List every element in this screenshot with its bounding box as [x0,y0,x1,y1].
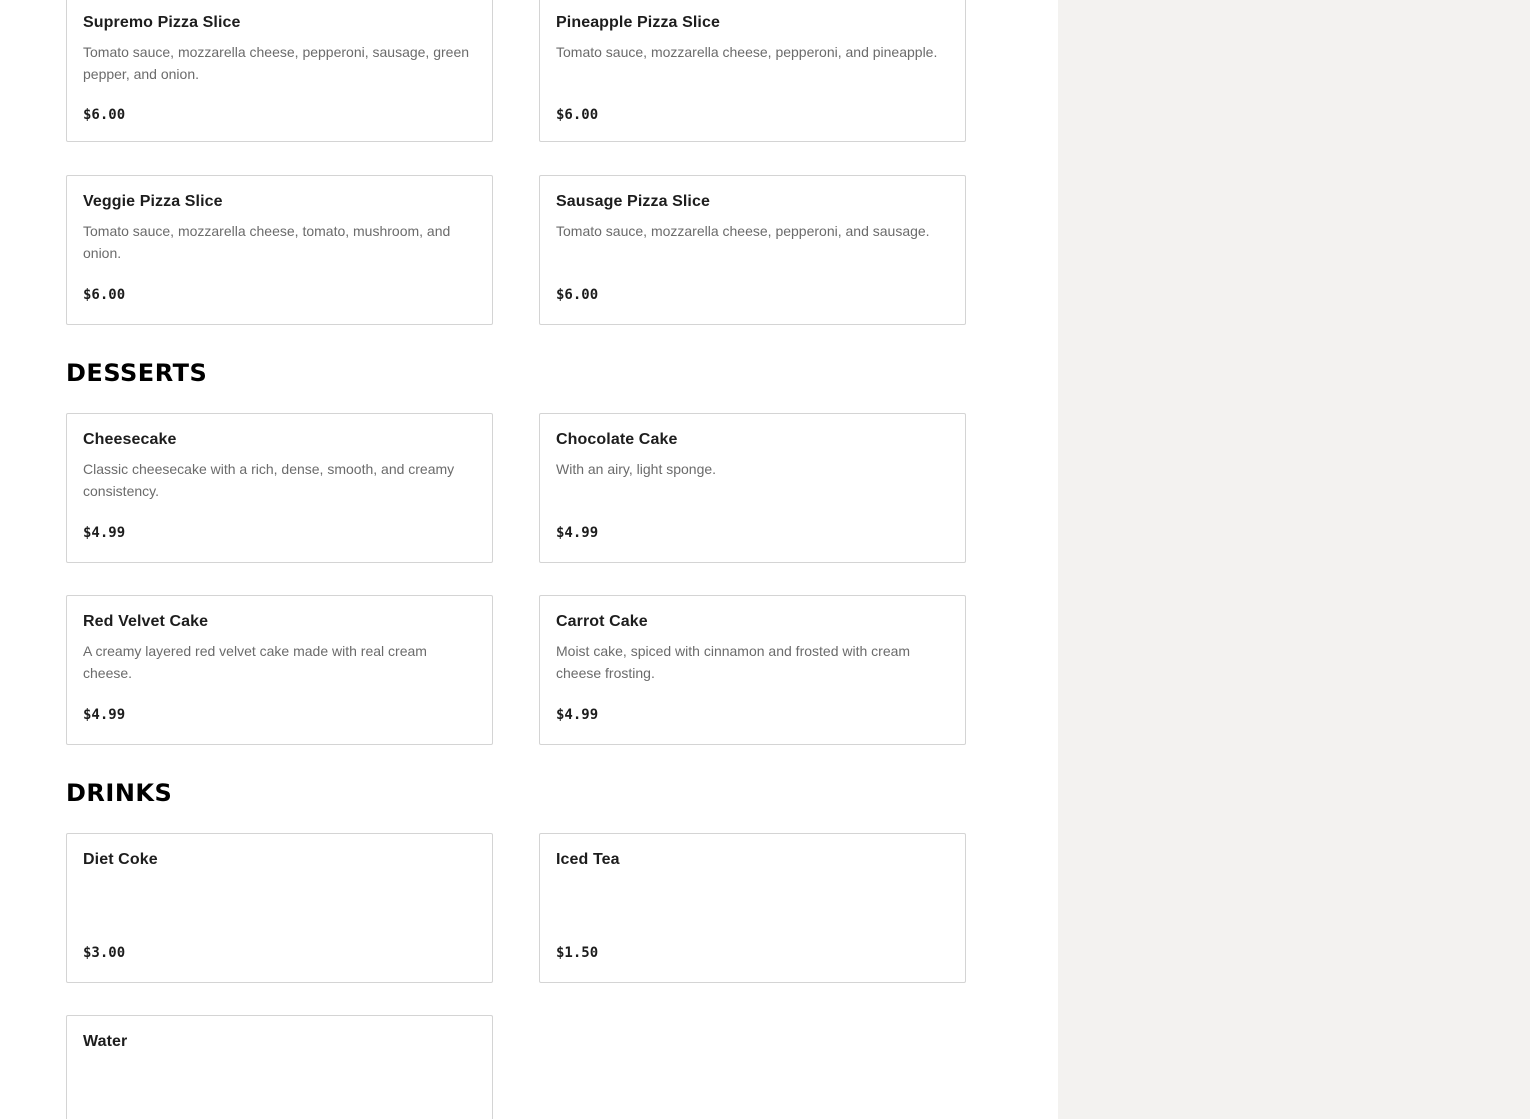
menu-item-price: $4.99 [83,707,126,723]
menu-item-name: Veggie Pizza Slice [83,193,223,210]
menu-item-price: $6.00 [556,107,599,123]
menu-item-name: Carrot Cake [556,613,648,630]
menu-item-description: Tomato sauce, mozzarella cheese, tomato,… [83,223,451,261]
menu-item-description: A creamy layered red velvet cake made wi… [83,643,427,681]
section-heading-desserts: DESSERTS [66,359,208,387]
menu-item-description: Moist cake, spiced with cinnamon and fro… [556,643,911,681]
menu-item-name: Water [83,1033,128,1050]
menu-item-description: Tomato sauce, mozzarella cheese, peppero… [556,223,930,239]
menu-item-card[interactable]: Cheesecake Classic cheesecake with a ric… [66,413,493,563]
menu-item-name: Iced Tea [556,851,620,868]
menu-item-price: $1.50 [556,945,599,961]
menu-item-price: $3.00 [83,945,126,961]
menu-item-name: Red Velvet Cake [83,613,209,630]
menu-item-name: Sausage Pizza Slice [556,193,710,210]
menu-item-card[interactable]: Sausage Pizza Slice Tomato sauce, mozzar… [539,175,966,325]
side-panel [1058,0,1530,1119]
menu-item-name: Chocolate Cake [556,431,678,448]
menu-item-price: $4.99 [556,707,599,723]
menu-item-description: Tomato sauce, mozzarella cheese, peppero… [83,44,470,82]
menu-item-price: $6.00 [83,287,126,303]
menu-item-name: Supremo Pizza Slice [83,14,241,31]
menu-item-price: $4.99 [556,525,599,541]
menu-item-card[interactable]: Supremo Pizza Slice Tomato sauce, mozzar… [66,0,493,142]
menu-item-price: $6.00 [83,107,126,123]
menu-item-card[interactable]: Iced Tea $1.50 [539,833,966,983]
menu-item-description: Classic cheesecake with a rich, dense, s… [83,461,455,499]
menu-item-price: $6.00 [556,287,599,303]
menu-item-price: $4.99 [83,525,126,541]
menu-item-name: Cheesecake [83,431,177,448]
section-heading-drinks: DRINKS [66,779,173,807]
menu-item-name: Pineapple Pizza Slice [556,14,720,31]
menu-item-description: With an airy, light sponge. [556,461,717,477]
menu-item-card[interactable]: Red Velvet Cake A creamy layered red vel… [66,595,493,745]
menu-item-card[interactable]: Carrot Cake Moist cake, spiced with cinn… [539,595,966,745]
menu-item-card[interactable]: Chocolate Cake With an airy, light spong… [539,413,966,563]
menu-item-card[interactable]: Water [66,1015,493,1119]
menu-item-name: Diet Coke [83,851,158,868]
menu-item-description: Tomato sauce, mozzarella cheese, peppero… [556,44,938,60]
menu-item-card[interactable]: Pineapple Pizza Slice Tomato sauce, mozz… [539,0,966,142]
menu-item-card[interactable]: Diet Coke $3.00 [66,833,493,983]
menu-item-card[interactable]: Veggie Pizza Slice Tomato sauce, mozzare… [66,175,493,325]
